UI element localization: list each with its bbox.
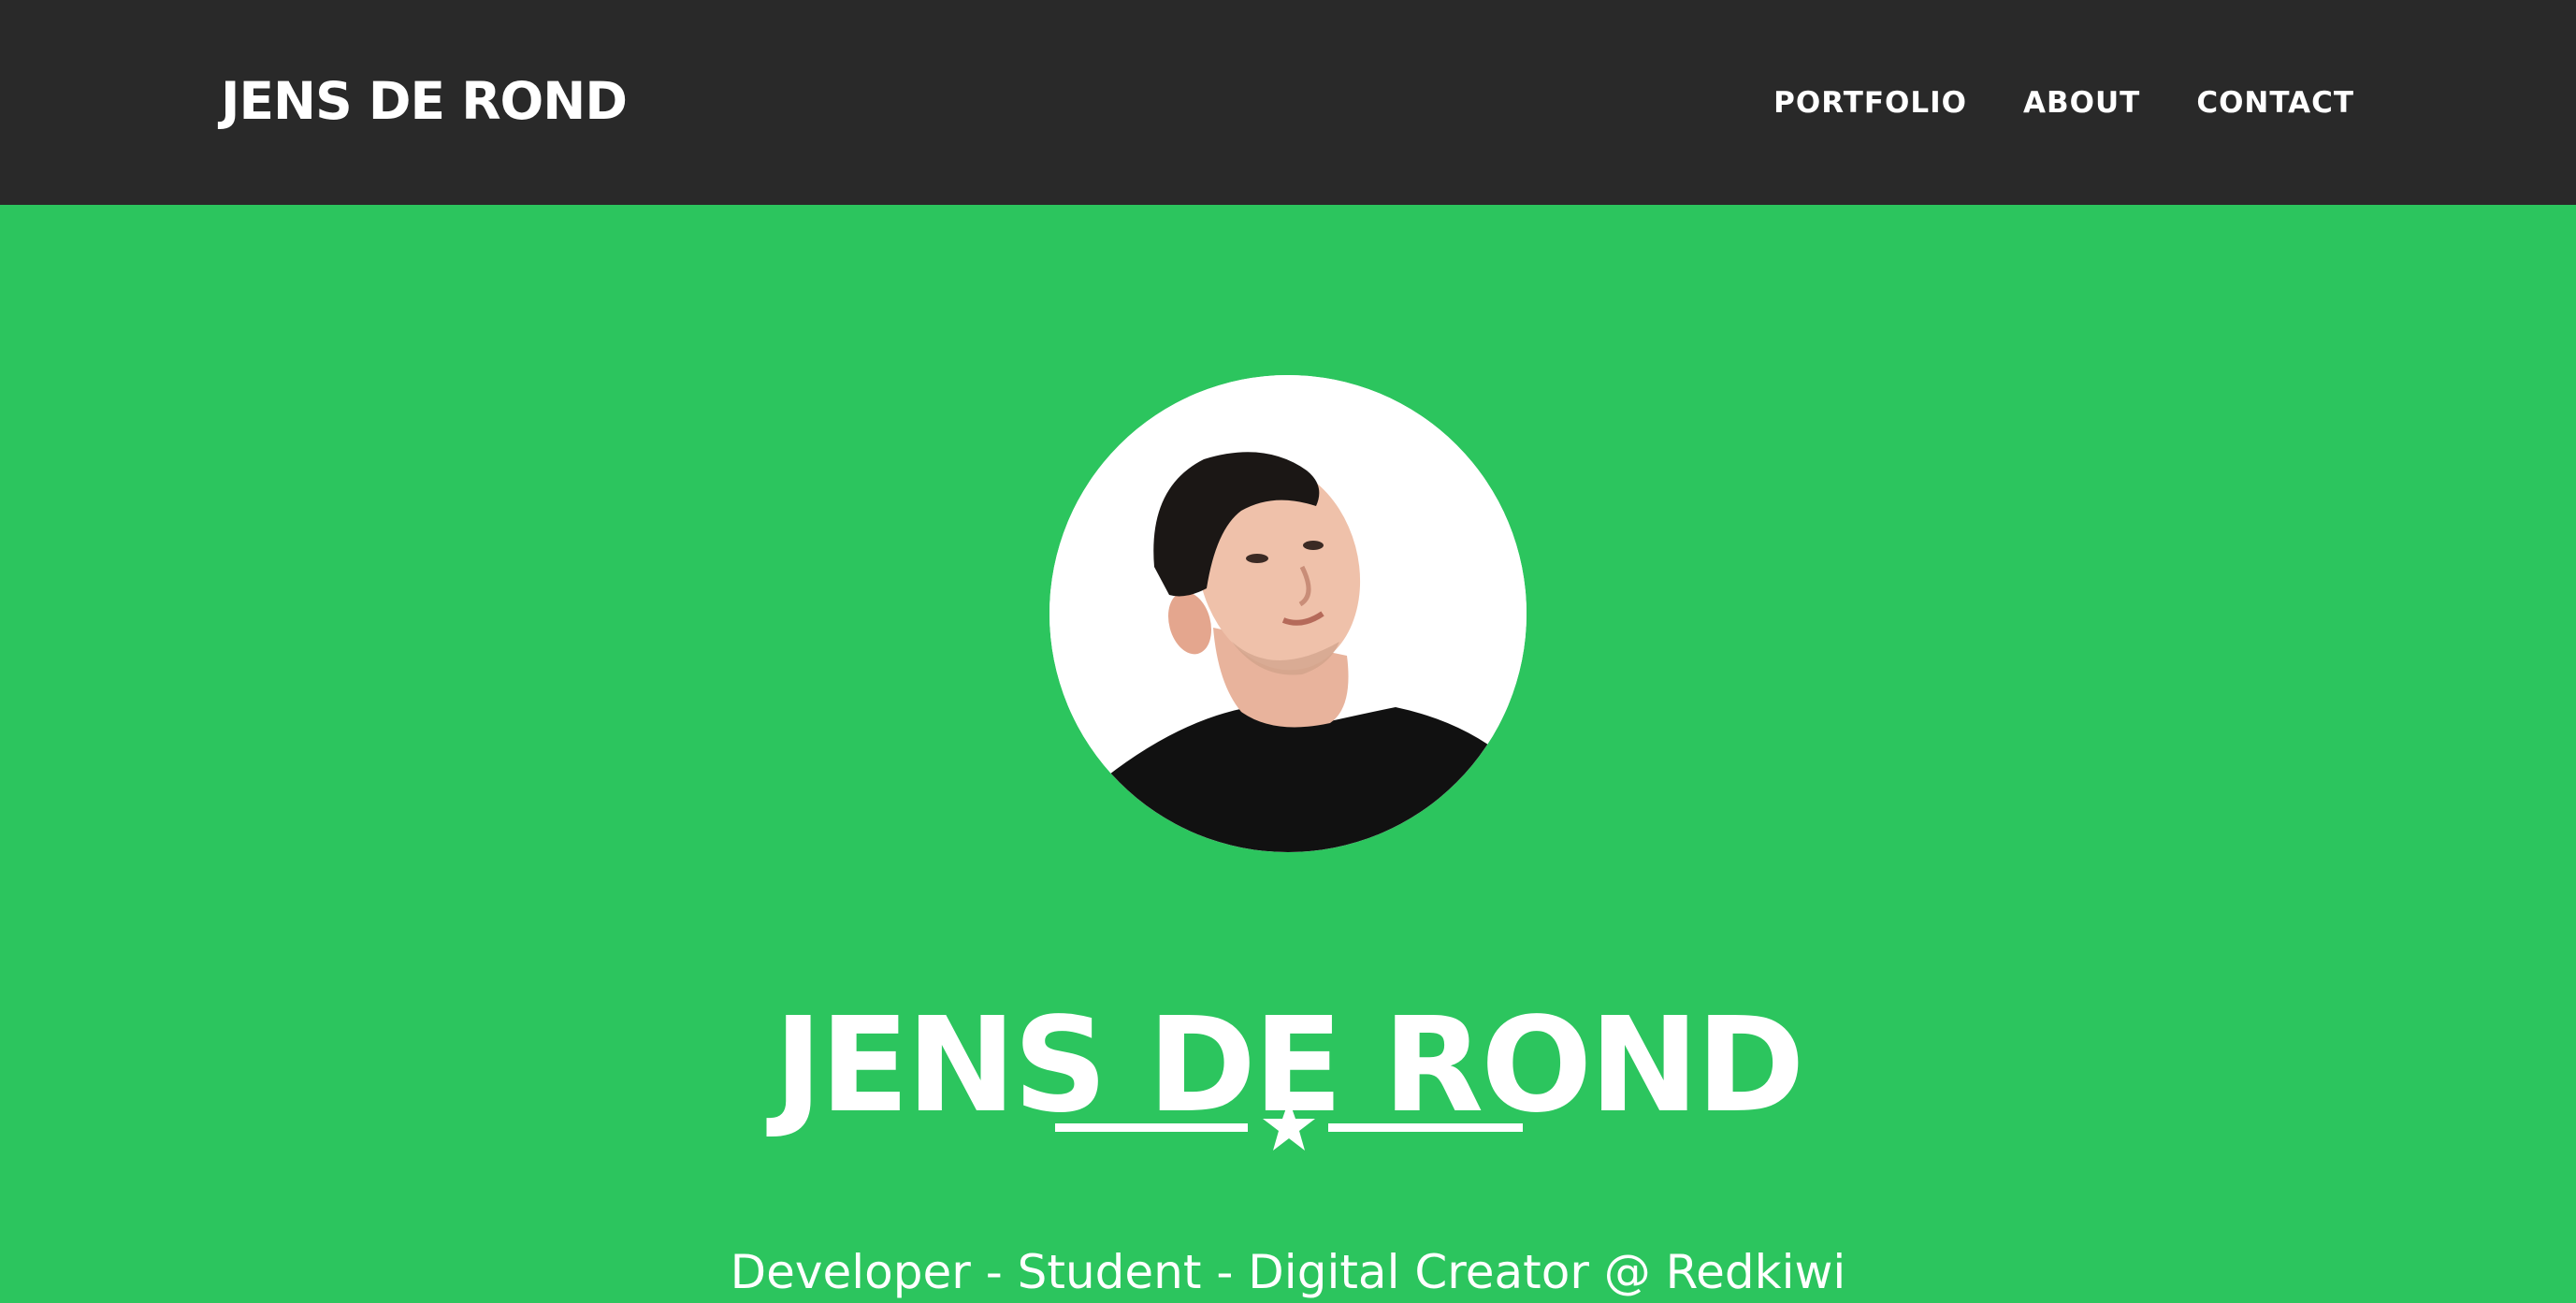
navbar: JENS DE ROND PORTFOLIO ABOUT CONTACT	[0, 0, 2576, 205]
avatar	[1049, 375, 1527, 852]
nav-link-contact[interactable]: CONTACT	[2196, 84, 2354, 122]
hero-tagline: Developer - Student - Digital Creator @ …	[730, 1245, 1846, 1299]
hero-section: JENS DE ROND Developer - Student - Digit…	[0, 205, 2576, 1299]
profile-photo	[1049, 375, 1527, 852]
nav-menu: PORTFOLIO ABOUT CONTACT	[1773, 84, 2354, 122]
nav-link-portfolio[interactable]: PORTFOLIO	[1773, 84, 1967, 122]
star-icon	[1263, 1100, 1315, 1151]
star-divider	[1055, 1098, 1523, 1154]
nav-link-about[interactable]: ABOUT	[2023, 84, 2140, 122]
brand-link[interactable]: JENS DE ROND	[221, 67, 628, 135]
divider-line-right	[1328, 1123, 1523, 1132]
divider-line-left	[1055, 1123, 1248, 1132]
